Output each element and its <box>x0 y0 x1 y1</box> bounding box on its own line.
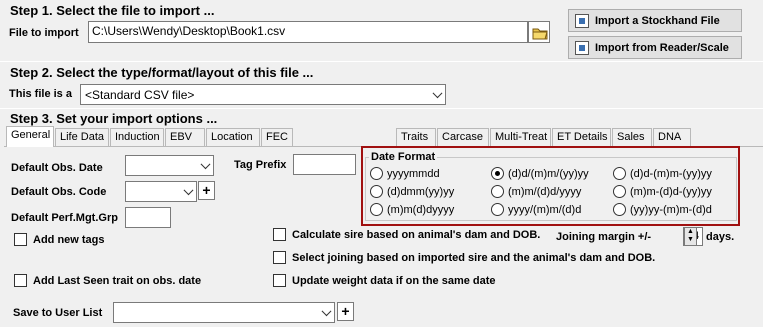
step1-title: Step 1. Select the file to import ... <box>10 3 215 18</box>
import-stockhand-button[interactable]: Import a Stockhand File <box>568 9 742 32</box>
select-joining-label: Select joining based on imported sire an… <box>292 251 656 264</box>
file-type-label: This file is a <box>9 88 72 100</box>
add-user-list-button[interactable]: + <box>337 302 354 321</box>
update-weight-checkbox[interactable]: Update weight data if on the same date <box>273 274 496 287</box>
tab-fec[interactable]: FEC <box>261 128 293 146</box>
date-format-option-label: yyyy/(m)m/(d)d <box>508 203 582 216</box>
tab-location[interactable]: Location <box>206 128 260 146</box>
radio-button[interactable] <box>613 185 626 198</box>
date-format-option[interactable]: (m)m-(d)d-(yy)yy <box>613 185 712 198</box>
tab-induction[interactable]: Induction <box>110 128 164 146</box>
joining-margin-spinner[interactable]: ▲ ▼ <box>684 227 697 246</box>
tab-life-data[interactable]: Life Data <box>55 128 109 146</box>
date-format-option-selected[interactable]: (d)d/(m)m/(yy)yy <box>491 167 589 180</box>
radio-button[interactable] <box>370 185 383 198</box>
import-stockhand-label: Import a Stockhand File <box>595 14 720 27</box>
date-format-option-label: yyyymmdd <box>387 167 440 180</box>
date-format-option[interactable]: (yy)yy-(m)m-(d)d <box>613 203 712 216</box>
default-obs-code-label: Default Obs. Code <box>11 186 107 198</box>
tab-et-details[interactable]: ET Details <box>552 128 611 146</box>
radio-button[interactable] <box>613 203 626 216</box>
date-format-option[interactable]: (d)dmm(yy)yy <box>370 185 454 198</box>
date-format-option-label: (d)d-(m)m-(yy)yy <box>630 167 712 180</box>
calc-sire-label: Calculate sire based on animal's dam and… <box>292 228 541 241</box>
file-type-value: <Standard CSV file> <box>85 87 195 102</box>
checkbox[interactable] <box>273 228 286 241</box>
radio-button[interactable] <box>491 185 504 198</box>
tab-dna[interactable]: DNA <box>653 128 691 146</box>
chevron-down-icon <box>432 87 443 98</box>
date-format-option[interactable]: (m)m/(d)d/yyyy <box>491 185 581 198</box>
default-obs-date-label: Default Obs. Date <box>11 162 103 174</box>
tab-ebv[interactable]: EBV <box>165 128 205 146</box>
divider <box>0 61 763 62</box>
file-type-select[interactable]: <Standard CSV file> <box>80 84 446 105</box>
tab-sales[interactable]: Sales <box>612 128 652 146</box>
date-format-option-label: (yy)yy-(m)m-(d)d <box>630 203 712 216</box>
divider <box>0 108 763 109</box>
import-reader-label: Import from Reader/Scale <box>595 41 729 54</box>
date-format-option-label: (m)m(d)dyyyy <box>387 203 455 216</box>
add-obs-code-button[interactable]: + <box>198 181 215 200</box>
reader-scale-icon <box>575 40 589 55</box>
date-format-option-label: (m)m/(d)d/yyyy <box>508 185 582 198</box>
tab-carcase[interactable]: Carcase <box>437 128 489 146</box>
tab-multi-treat[interactable]: Multi-Treat <box>490 128 551 146</box>
checkbox[interactable] <box>273 274 286 287</box>
import-reader-button[interactable]: Import from Reader/Scale <box>568 36 742 59</box>
update-weight-label: Update weight data if on the same date <box>292 274 496 287</box>
add-new-tags-checkbox[interactable]: Add new tags <box>14 233 105 246</box>
calc-sire-checkbox[interactable]: Calculate sire based on animal's dam and… <box>273 228 540 241</box>
step2-title: Step 2. Select the type/format/layout of… <box>10 65 314 80</box>
date-format-option-label: (d)dmm(yy)yy <box>387 185 455 198</box>
joining-margin-unit: days. <box>706 231 735 243</box>
date-format-option[interactable]: yyyymmdd <box>370 167 440 180</box>
tag-prefix-label: Tag Prefix <box>234 159 287 171</box>
add-last-seen-checkbox[interactable]: Add Last Seen trait on obs. date <box>14 274 201 287</box>
radio-button[interactable] <box>370 203 383 216</box>
default-obs-date-select[interactable] <box>125 155 214 176</box>
chevron-down-icon <box>183 184 194 195</box>
file-path-input[interactable]: C:\Users\Wendy\Desktop\Book1.csv <box>88 21 528 43</box>
checkbox[interactable] <box>14 233 27 246</box>
radio-button[interactable] <box>491 203 504 216</box>
radio-button[interactable] <box>613 167 626 180</box>
date-format-option-label: (d)d/(m)m/(yy)yy <box>508 167 589 180</box>
date-format-title: Date Format <box>369 151 438 163</box>
add-new-tags-label: Add new tags <box>33 233 105 246</box>
file-to-import-label: File to import <box>9 27 79 39</box>
chevron-down-icon <box>321 305 332 316</box>
date-format-option[interactable]: (d)d-(m)m-(yy)yy <box>613 167 712 180</box>
tab-traits[interactable]: Traits <box>396 128 436 146</box>
default-perf-mgt-grp-label: Default Perf.Mgt.Grp <box>11 212 118 224</box>
chevron-down-icon <box>200 158 211 169</box>
checkbox[interactable] <box>273 251 286 264</box>
date-format-option-label: (m)m-(d)d-(yy)yy <box>630 185 712 198</box>
tab-general[interactable]: General <box>6 126 54 147</box>
step3-title: Step 3. Set your import options ... <box>10 111 218 126</box>
stockhand-icon <box>575 13 589 28</box>
tag-prefix-input[interactable] <box>293 154 356 175</box>
browse-folder-button[interactable] <box>528 21 550 43</box>
default-perf-mgt-grp-input[interactable] <box>125 207 171 228</box>
checkbox[interactable] <box>14 274 27 287</box>
select-joining-checkbox[interactable]: Select joining based on imported sire an… <box>273 251 655 264</box>
save-to-user-list-select[interactable] <box>113 302 335 323</box>
date-format-option[interactable]: yyyy/(m)m/(d)d <box>491 203 581 216</box>
folder-icon <box>532 28 548 40</box>
save-to-user-list-label: Save to User List <box>13 307 103 319</box>
default-obs-code-select[interactable] <box>125 181 197 202</box>
radio-button-selected[interactable] <box>491 167 504 180</box>
radio-button[interactable] <box>370 167 383 180</box>
date-format-option[interactable]: (m)m(d)dyyyy <box>370 203 454 216</box>
add-last-seen-label: Add Last Seen trait on obs. date <box>33 274 202 287</box>
joining-margin-label: Joining margin +/- <box>556 231 652 243</box>
